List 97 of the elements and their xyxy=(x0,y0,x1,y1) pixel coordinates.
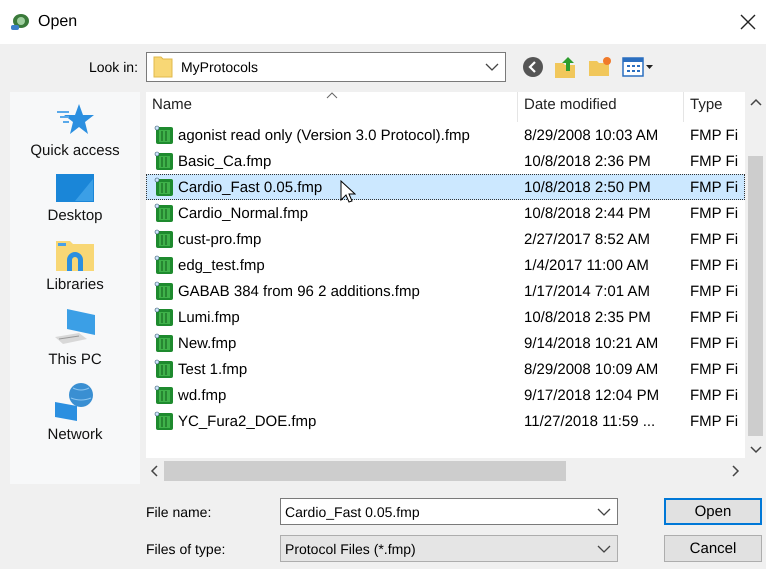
scroll-up-icon[interactable] xyxy=(750,98,762,106)
chevron-down-icon[interactable] xyxy=(597,544,611,552)
folder-up-icon[interactable] xyxy=(554,55,578,79)
date-modified: 2/27/2017 8:52 AM xyxy=(524,230,650,248)
file-type-dropdown[interactable]: Protocol Files (*.fmp) xyxy=(280,535,618,562)
close-icon[interactable] xyxy=(740,14,756,30)
file-row[interactable]: Basic_Ca.fmp 10/8/2018 2:36 PM FMP Fi xyxy=(146,148,745,174)
file-row[interactable]: YC_Fura2_DOE.fmp 11/27/2018 11:59 ... FMP Fi xyxy=(146,408,745,434)
file-name: GABAB 384 from 96 2 additions.fmp xyxy=(178,282,420,300)
date-modified: 10/8/2018 2:36 PM xyxy=(524,152,651,170)
date-modified: 10/8/2018 2:50 PM xyxy=(524,178,651,196)
file-type: FMP Fi xyxy=(690,256,738,274)
file-type: FMP Fi xyxy=(690,360,738,378)
file-name: Basic_Ca.fmp xyxy=(178,152,272,170)
file-name: Lumi.fmp xyxy=(178,308,240,326)
file-type: FMP Fi xyxy=(690,412,738,430)
file-icon xyxy=(154,281,174,301)
file-type: FMP Fi xyxy=(690,282,738,300)
date-modified: 1/4/2017 11:00 AM xyxy=(524,256,649,274)
file-type: FMP Fi xyxy=(690,334,738,352)
look-in-label: Look in: xyxy=(88,59,139,75)
file-name: edg_test.fmp xyxy=(178,256,265,274)
file-name: wd.fmp xyxy=(178,386,226,404)
date-modified: 11/27/2018 11:59 ... xyxy=(524,412,656,430)
folder-icon xyxy=(153,56,173,78)
scroll-right-icon[interactable] xyxy=(732,465,740,477)
chevron-down-icon[interactable] xyxy=(597,508,611,516)
column-header[interactable]: Name xyxy=(146,92,518,122)
sort-caret-icon xyxy=(326,92,338,99)
open-button[interactable]: Open xyxy=(664,498,762,525)
scrollbar-thumb[interactable] xyxy=(164,461,566,481)
file-name-field[interactable]: Cardio_Fast 0.05.fmp xyxy=(280,498,618,525)
file-row[interactable]: edg_test.fmp 1/4/2017 11:00 AM FMP Fi xyxy=(146,252,745,278)
file-name: YC_Fura2_DOE.fmp xyxy=(178,412,316,430)
file-row[interactable]: Cardio_Fast 0.05.fmp 10/8/2018 2:50 PM FMP Fi xyxy=(146,174,745,200)
sidebar-item[interactable]: Desktop xyxy=(47,207,103,224)
file-name: cust-pro.fmp xyxy=(178,230,262,248)
sidebar-item[interactable]: Quick access xyxy=(30,142,120,159)
date-modified: 1/17/2014 7:01 AM xyxy=(524,282,650,300)
scrollbar-thumb[interactable] xyxy=(748,156,763,436)
file-name-label: File name: xyxy=(146,504,212,520)
sidebar-item[interactable]: This PC xyxy=(48,351,102,368)
date-modified: 10/8/2018 2:44 PM xyxy=(524,204,651,222)
date-modified: 8/29/2008 10:03 AM xyxy=(524,126,658,144)
window-title: Open xyxy=(38,13,78,31)
file-type: FMP Fi xyxy=(690,386,738,404)
view-menu-icon[interactable] xyxy=(622,56,654,78)
file-icon xyxy=(154,229,174,249)
computer-icon xyxy=(53,307,97,347)
date-modified: 8/29/2008 10:09 AM xyxy=(524,360,658,378)
file-row[interactable]: GABAB 384 from 96 2 additions.fmp 1/17/2014 7:01 AM FMP Fi xyxy=(146,278,745,304)
file-row[interactable]: Test 1.fmp 8/29/2008 10:09 AM FMP Fi xyxy=(146,356,745,382)
app-icon xyxy=(10,12,30,32)
file-icon xyxy=(154,385,174,405)
file-icon xyxy=(154,203,174,223)
file-icon xyxy=(154,125,174,145)
file-row[interactable]: wd.fmp 9/17/2018 12:04 PM FMP Fi xyxy=(146,382,745,408)
mouse-cursor-icon xyxy=(340,180,356,204)
file-icon xyxy=(154,151,174,171)
file-name: Cardio_Normal.fmp xyxy=(178,204,308,222)
file-type: FMP Fi xyxy=(690,230,738,248)
file-row[interactable]: cust-pro.fmp 2/27/2017 8:52 AM FMP Fi xyxy=(146,226,745,252)
file-row[interactable]: Lumi.fmp 10/8/2018 2:35 PM FMP Fi xyxy=(146,304,745,330)
back-icon[interactable] xyxy=(522,56,544,78)
cancel-button[interactable]: Cancel xyxy=(664,535,762,562)
monitor-icon xyxy=(55,173,95,203)
look-in-dropdown[interactable]: MyProtocols xyxy=(146,52,506,82)
file-type: FMP Fi xyxy=(690,126,738,144)
file-name: agonist read only (Version 3.0 Protocol).fmp xyxy=(178,126,470,144)
chevron-down-icon[interactable] xyxy=(485,63,499,71)
file-icon xyxy=(154,333,174,353)
file-icon xyxy=(154,411,174,431)
scroll-left-icon[interactable] xyxy=(150,465,158,477)
folder-icon xyxy=(55,238,95,272)
file-type: FMP Fi xyxy=(690,204,738,222)
file-name: Test 1.fmp xyxy=(178,360,248,378)
column-header[interactable]: Type xyxy=(684,92,743,122)
file-icon xyxy=(154,307,174,327)
file-row[interactable]: Cardio_Normal.fmp 10/8/2018 2:44 PM FMP Fi xyxy=(146,200,745,226)
file-type: FMP Fi xyxy=(690,152,738,170)
sidebar-item[interactable]: Libraries xyxy=(46,276,104,293)
date-modified: 9/17/2018 12:04 PM xyxy=(524,386,660,404)
file-type: FMP Fi xyxy=(690,178,738,196)
date-modified: 9/14/2018 10:21 AM xyxy=(524,334,658,352)
column-header[interactable]: Date modified xyxy=(518,92,684,122)
file-icon xyxy=(154,177,174,197)
file-name: Cardio_Fast 0.05.fmp xyxy=(178,178,322,196)
file-icon xyxy=(154,359,174,379)
file-type-label: Files of type: xyxy=(146,540,226,556)
file-name: New.fmp xyxy=(178,334,236,352)
file-icon xyxy=(154,255,174,275)
file-row[interactable]: New.fmp 9/14/2018 10:21 AM FMP Fi xyxy=(146,330,745,356)
date-modified: 10/8/2018 2:35 PM xyxy=(524,308,651,326)
file-row[interactable]: agonist read only (Version 3.0 Protocol).fmp 8/29/2008 10:03 AM FMP Fi xyxy=(146,122,745,148)
scroll-down-icon[interactable] xyxy=(750,446,762,454)
file-type: FMP Fi xyxy=(690,308,738,326)
sidebar-item[interactable]: Network xyxy=(47,426,102,443)
